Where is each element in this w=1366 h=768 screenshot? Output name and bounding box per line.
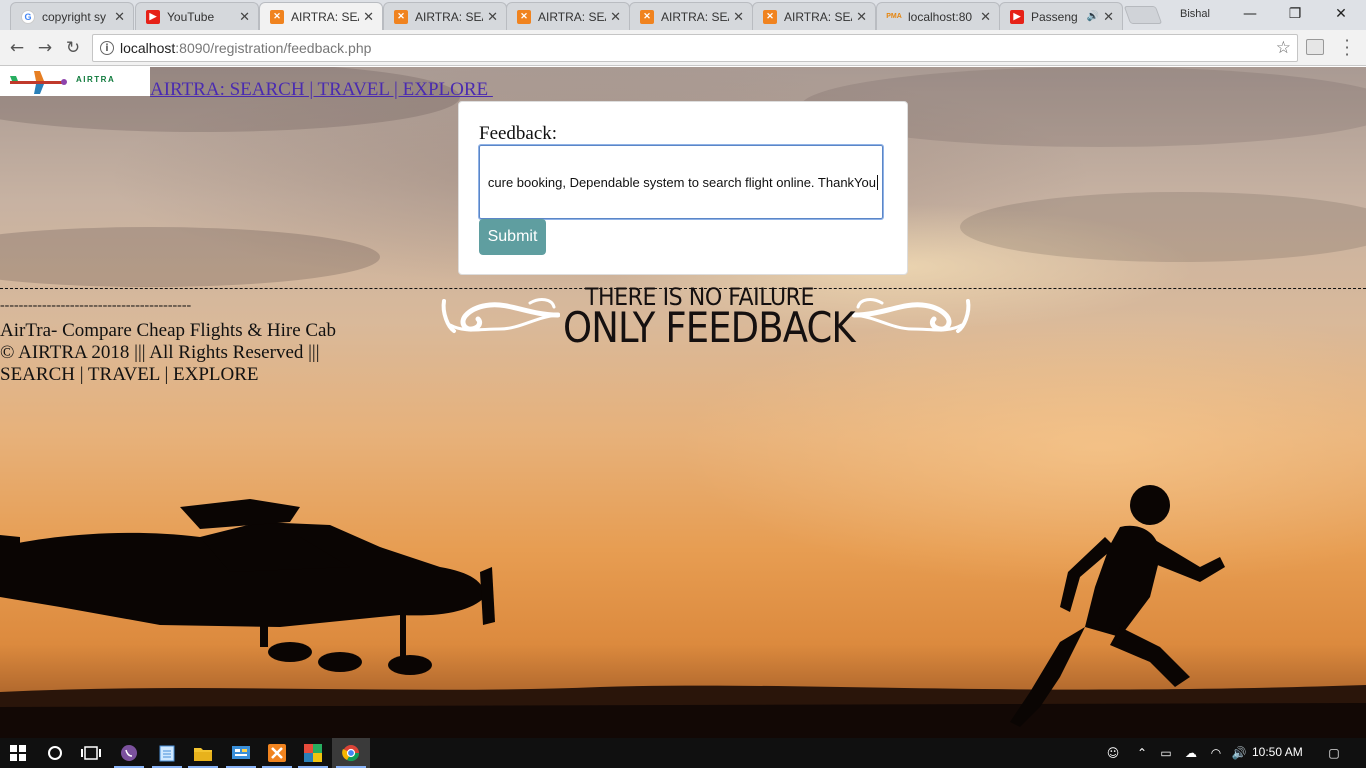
- chrome-icon[interactable]: [332, 738, 370, 768]
- google-icon: G: [21, 9, 35, 24]
- footer-copyright: © AIRTRA 2018 ||| All Rights Reserved ||…: [0, 342, 320, 363]
- new-tab-button[interactable]: [1123, 6, 1163, 24]
- action-center-icon[interactable]: ▢: [1322, 738, 1346, 768]
- xampp-icon: ✕: [640, 9, 654, 24]
- browser-tab[interactable]: PMA localhost:80 ✕: [876, 2, 1000, 30]
- info-icon[interactable]: i: [100, 41, 114, 55]
- taskbar-clock[interactable]: 10:50 AM: [1252, 745, 1303, 759]
- browser-toolbar: ← → ↻ i localhost:8090/registration/feed…: [0, 30, 1366, 66]
- volume-icon[interactable]: 🔊: [1228, 738, 1250, 768]
- browser-tab-strip: G copyright sy ✕ ▶ YouTube ✕ ✕ AIRTRA: S…: [0, 0, 1366, 30]
- quote-line-main: ONLY FEEDBACK: [563, 303, 856, 352]
- reload-icon[interactable]: ↻: [62, 37, 84, 59]
- browser-tab[interactable]: ✕ AIRTRA: SEA ✕: [383, 2, 507, 30]
- youtube-icon: ▶: [1010, 9, 1024, 24]
- task-view-icon[interactable]: [72, 738, 110, 768]
- profile-name[interactable]: Bishal: [1180, 8, 1210, 20]
- people-icon[interactable]: ☺: [1102, 738, 1124, 768]
- dashed-row: ----------------------------------------…: [0, 298, 192, 313]
- file-explorer-icon[interactable]: [184, 738, 222, 768]
- address-bar[interactable]: i localhost:8090/registration/feedback.p…: [92, 34, 1298, 62]
- close-tab-icon[interactable]: ✕: [487, 9, 498, 25]
- browser-tab[interactable]: ✕ AIRTRA: SEA ✕: [629, 2, 753, 30]
- close-tab-icon[interactable]: ✕: [363, 9, 374, 25]
- browser-tab-active[interactable]: ✕ AIRTRA: SEA ✕: [259, 2, 383, 30]
- page-viewport: AIRTRA AIRTRA: SEARCH | TRAVEL | EXPLORE…: [0, 67, 1366, 738]
- xampp-icon: ✕: [394, 9, 408, 24]
- phpmyadmin-icon: PMA: [886, 13, 902, 20]
- logo-text: AIRTRA: [76, 75, 116, 84]
- browser-tab[interactable]: ▶ YouTube ✕: [135, 2, 259, 30]
- site-title-link[interactable]: AIRTRA: SEARCH | TRAVEL | EXPLORE: [150, 79, 493, 101]
- site-logo[interactable]: AIRTRA: [0, 67, 150, 96]
- windows-taskbar: ☺ ⌃ ▭ ☁ ◠ 🔊 10:50 AM ▢: [0, 738, 1366, 768]
- xampp-icon: ✕: [517, 9, 531, 24]
- tab-title: AIRTRA: SEA: [538, 9, 607, 24]
- extension-icon[interactable]: [1306, 39, 1324, 55]
- battery-icon[interactable]: ▭: [1156, 738, 1176, 768]
- close-tab-icon[interactable]: ✕: [114, 9, 125, 25]
- cortana-icon[interactable]: [36, 738, 74, 768]
- xampp-taskbar-icon[interactable]: [258, 738, 296, 768]
- tab-title: AIRTRA: SEA: [661, 9, 730, 24]
- viber-icon[interactable]: [110, 738, 148, 768]
- submit-button[interactable]: Submit: [479, 219, 546, 255]
- feedback-form: Feedback: cure booking, Dependable syste…: [458, 101, 908, 275]
- tab-title: YouTube: [167, 9, 215, 24]
- text-caret: [877, 174, 878, 190]
- url-host: localhost: [120, 40, 176, 56]
- tab-title: AIRTRA: SEA: [784, 9, 853, 24]
- browser-tab[interactable]: ✕ AIRTRA: SEA ✕: [506, 2, 630, 30]
- show-hidden-icons-icon[interactable]: ⌃: [1132, 738, 1152, 768]
- right-swirl-ornament: [852, 298, 971, 333]
- tab-title: AIRTRA: SEA: [415, 9, 484, 24]
- minimize-icon[interactable]: —: [1227, 0, 1273, 28]
- bookmark-star-icon[interactable]: ☆: [1276, 38, 1291, 58]
- footer-slogan: SEARCH | TRAVEL | EXPLORE: [0, 364, 259, 385]
- tab-title: AIRTRA: SEA: [291, 9, 360, 24]
- close-tab-icon[interactable]: ✕: [1103, 9, 1114, 25]
- feedback-label: Feedback:: [479, 123, 558, 144]
- restore-icon[interactable]: ❐: [1272, 0, 1318, 28]
- left-swirl-ornament: [441, 298, 560, 333]
- close-tab-icon[interactable]: ✕: [239, 9, 250, 25]
- close-tab-icon[interactable]: ✕: [856, 9, 867, 25]
- close-tab-icon[interactable]: ✕: [733, 9, 744, 25]
- feedback-textarea[interactable]: cure booking, Dependable system to searc…: [478, 144, 884, 220]
- xampp-icon: ✕: [270, 9, 284, 24]
- menu-dots-icon[interactable]: · · ·: [1343, 33, 1351, 63]
- back-arrow-icon[interactable]: ←: [6, 37, 28, 59]
- browser-tab[interactable]: G copyright sy ✕: [10, 2, 134, 30]
- tab-title: localhost:80: [908, 9, 973, 24]
- browser-tab[interactable]: ✕ AIRTRA: SEA ✕: [752, 2, 876, 30]
- url-path: :8090/registration/feedback.php: [175, 40, 372, 56]
- airplane-silhouette: [0, 499, 495, 675]
- close-window-icon[interactable]: ✕: [1318, 0, 1364, 28]
- control-panel-icon[interactable]: [222, 738, 260, 768]
- speaker-icon[interactable]: 🔊: [1087, 11, 1099, 22]
- feedback-text: cure booking, Dependable system to searc…: [487, 174, 876, 190]
- notepad-icon[interactable]: [148, 738, 186, 768]
- xampp-icon: ✕: [763, 9, 777, 24]
- paint-app-icon[interactable]: [294, 738, 332, 768]
- browser-tab[interactable]: ▶ Passeng 🔊 ✕: [999, 2, 1123, 30]
- tab-title: Passeng: [1031, 9, 1078, 24]
- tab-title: copyright sy: [42, 9, 107, 24]
- windows-start-icon[interactable]: [0, 738, 36, 768]
- youtube-icon: ▶: [146, 9, 160, 24]
- wifi-icon[interactable]: ◠: [1206, 738, 1226, 768]
- logo-plane-icon: [10, 71, 67, 94]
- footer-tagline: AirTra- Compare Cheap Flights & Hire Cab: [0, 320, 336, 341]
- close-tab-icon[interactable]: ✕: [980, 9, 991, 25]
- close-tab-icon[interactable]: ✕: [610, 9, 621, 25]
- forward-arrow-icon[interactable]: →: [34, 37, 56, 59]
- onedrive-icon[interactable]: ☁: [1180, 738, 1202, 768]
